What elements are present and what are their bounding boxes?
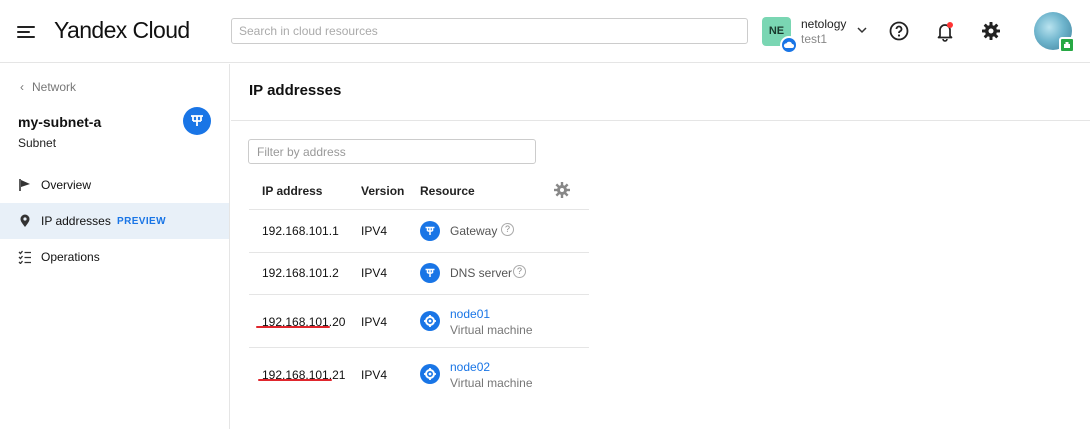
row-divider [249,347,589,348]
network-icon [420,221,440,241]
resource-subtype: Virtual machine [450,323,533,337]
logo[interactable]: Yandex Cloud [54,17,190,44]
table-settings-gear-icon[interactable] [553,181,571,199]
sidebar-item-operations[interactable]: Operations [0,239,229,275]
account-badge-icon [1059,37,1075,53]
filter-input[interactable] [248,139,536,164]
version-cell: IPV4 [361,224,388,238]
logo-yandex: Yandex [54,17,127,43]
account-switcher[interactable]: NE netology test1 [762,17,872,54]
row-divider [249,252,589,253]
search-input[interactable] [231,18,748,44]
chevron-left-icon: ‹ [20,80,24,94]
resource-name: Gateway [450,224,498,238]
row-divider [249,294,589,295]
sidebar: ‹ Network my-subnet-a Subnet Overview IP … [0,64,230,429]
resource-name: DNS server [450,266,513,280]
account-folder: test1 [801,32,828,46]
column-header-version[interactable]: Version [361,184,404,198]
help-icon[interactable]: ? [501,223,514,236]
ip-cell: 192.168.101.1 [262,224,339,238]
vm-link-node02[interactable]: node02 [450,360,490,374]
flag-icon [19,179,30,191]
help-icon[interactable]: ? [513,265,526,278]
user-avatar[interactable] [1034,12,1075,53]
vm-link-node01[interactable]: node01 [450,307,490,321]
divider [231,120,1090,121]
sidebar-item-label: IP addresses [41,214,111,228]
ip-cell: 192.168.101.2 [262,266,339,280]
bell-icon[interactable] [934,20,956,42]
location-pin-icon [20,214,30,227]
page-title: IP addresses [249,82,342,99]
notification-dot [947,22,953,28]
top-header: Yandex Cloud NE netology test1 [0,0,1090,63]
back-to-network-link[interactable]: ‹ Network [20,80,76,94]
chevron-down-icon [857,27,867,34]
subnet-icon [183,107,211,135]
account-name: netology [801,17,847,31]
gear-icon[interactable] [980,20,1002,42]
annotation-underline [256,326,330,328]
menu-icon[interactable] [17,24,37,40]
back-label: Network [32,80,77,94]
checklist-icon [18,250,31,264]
resource-subtype: Virtual machine [450,376,533,390]
version-cell: IPV4 [361,266,388,280]
resource-title: my-subnet-a [18,114,102,130]
version-cell: IPV4 [361,315,388,329]
column-header-resource[interactable]: Resource [420,184,475,198]
virtual-machine-icon [420,364,440,384]
row-divider [249,209,589,210]
version-cell: IPV4 [361,368,388,382]
column-header-ip[interactable]: IP address [262,184,322,198]
network-icon [420,263,440,283]
logo-cloud: Cloud [132,17,191,43]
help-icon[interactable] [888,20,910,42]
sidebar-item-label: Operations [41,250,100,264]
virtual-machine-icon [420,311,440,331]
cloud-icon [780,36,798,54]
sidebar-item-label: Overview [41,178,92,192]
sidebar-item-ip-addresses[interactable]: IP addresses PREVIEW [0,203,229,239]
preview-badge: PREVIEW [117,216,166,227]
annotation-underline [258,379,332,381]
sidebar-item-overview[interactable]: Overview [0,167,229,203]
resource-type: Subnet [18,136,57,150]
